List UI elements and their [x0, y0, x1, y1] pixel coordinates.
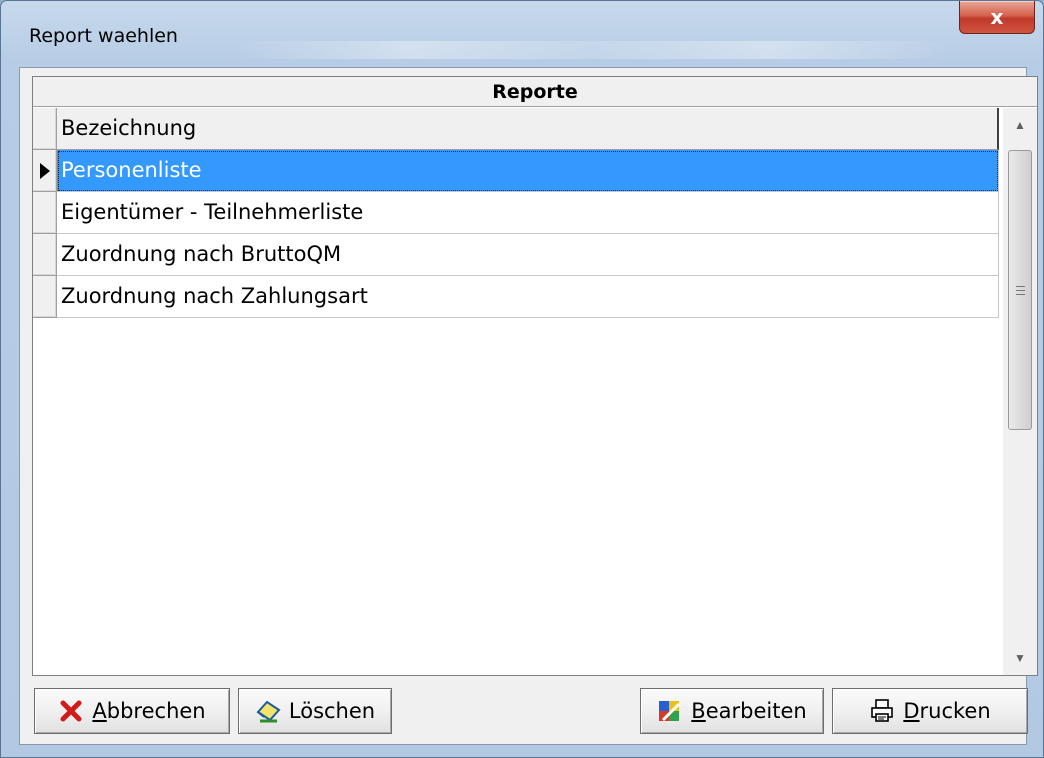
abbrechen-button[interactable]: Abbrechen [34, 688, 230, 734]
arrow-up-icon: ▲ [1014, 118, 1026, 132]
scroll-up-button[interactable]: ▲ [1003, 108, 1037, 142]
red-x-icon [58, 698, 84, 724]
window-title: Report waehlen [29, 25, 178, 47]
drucken-label: Drucken [903, 699, 991, 723]
table-row[interactable]: Zuordnung nach BruttoQM [33, 234, 1001, 276]
edit-puzzle-icon [657, 698, 683, 724]
grid-header: Bezeichnung [33, 108, 1001, 150]
scroll-down-button[interactable]: ▼ [1003, 641, 1037, 675]
current-row-pointer-icon [39, 162, 50, 179]
close-button[interactable]: x [959, 1, 1035, 34]
row-indicator[interactable] [33, 234, 57, 276]
bearbeiten-label: Bearbeiten [691, 699, 807, 723]
row-cell[interactable]: Personenliste [57, 150, 999, 192]
report-dialog: Report waehlen x Reporte Bezeichnung Per… [0, 0, 1044, 758]
printer-icon [869, 698, 895, 724]
close-icon: x [990, 5, 1004, 29]
row-indicator[interactable] [33, 276, 57, 318]
table-row[interactable]: Zuordnung nach Zahlungsart [33, 276, 1001, 318]
scroll-thumb[interactable] [1008, 150, 1032, 430]
arrow-down-icon: ▼ [1014, 651, 1026, 665]
grip-icon [1015, 285, 1025, 295]
row-indicator[interactable] [33, 192, 57, 234]
header-indicator-cell [33, 108, 57, 150]
row-cell[interactable]: Eigentümer - Teilnehmerliste [57, 192, 999, 234]
table-row[interactable]: Eigentümer - Teilnehmerliste [33, 192, 1001, 234]
dialog-client-area: Reporte Bezeichnung Personenliste Eigent… [19, 67, 1038, 745]
column-header-bezeichnung[interactable]: Bezeichnung [57, 108, 999, 150]
bearbeiten-button[interactable]: Bearbeiten [640, 688, 824, 734]
loeschen-label: Löschen [288, 699, 376, 723]
loeschen-button[interactable]: Löschen [238, 688, 392, 734]
row-cell[interactable]: Zuordnung nach BruttoQM [57, 234, 999, 276]
grid-rows: Personenliste Eigentümer - Teilnehmerlis… [33, 150, 1001, 318]
eraser-icon [255, 698, 281, 724]
grid-caption: Reporte [33, 77, 1037, 107]
vertical-scrollbar[interactable]: ▲ ▼ [1003, 108, 1037, 675]
row-indicator[interactable] [33, 150, 57, 192]
report-grid: Reporte Bezeichnung Personenliste Eigent… [32, 76, 1038, 676]
row-cell[interactable]: Zuordnung nach Zahlungsart [57, 276, 999, 318]
abbrechen-label: Abbrechen [92, 699, 206, 723]
title-bar[interactable]: Report waehlen x [1, 1, 1043, 67]
background-window-ghost [231, 41, 951, 59]
table-row[interactable]: Personenliste [33, 150, 1001, 192]
drucken-button[interactable]: Drucken [832, 688, 1028, 734]
